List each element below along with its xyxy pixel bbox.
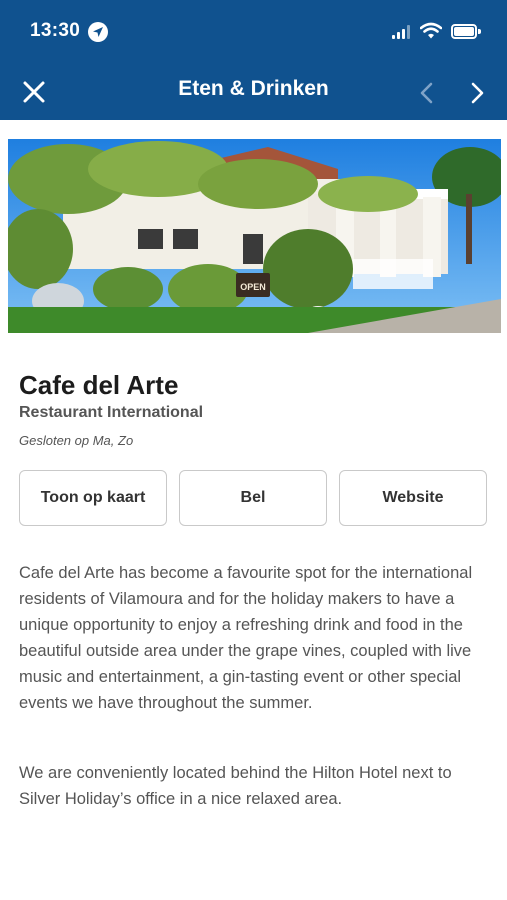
chevron-left-icon: [420, 82, 433, 104]
website-button[interactable]: Website: [339, 470, 487, 526]
open-sign: OPEN: [240, 282, 266, 292]
description-paragraph-1: Cafe del Arte has become a favourite spo…: [19, 564, 473, 712]
location-arrow-icon: [88, 22, 108, 42]
status-bar: 13:30: [0, 0, 507, 64]
wifi-icon: [419, 22, 443, 40]
venue-name: Cafe del Arte: [19, 370, 179, 400]
next-button[interactable]: [462, 74, 496, 110]
header: 13:30 Eten & Drinken: [0, 0, 507, 120]
chevron-right-icon: [471, 82, 484, 104]
venue-photo: OPEN: [8, 139, 501, 333]
call-button[interactable]: Bel: [179, 470, 327, 526]
signal-icon: [392, 25, 412, 39]
closed-days: Gesloten op Ma, Zo: [19, 433, 134, 448]
show-on-map-button[interactable]: Toon op kaart: [19, 470, 167, 526]
previous-button[interactable]: [410, 74, 444, 110]
nav-bar: Eten & Drinken: [0, 64, 507, 120]
description-paragraph-2: We are conveniently located behind the H…: [19, 764, 452, 808]
battery-icon: [451, 24, 481, 39]
status-time: 13:30: [30, 20, 81, 41]
venue-category: Restaurant International: [19, 404, 204, 421]
